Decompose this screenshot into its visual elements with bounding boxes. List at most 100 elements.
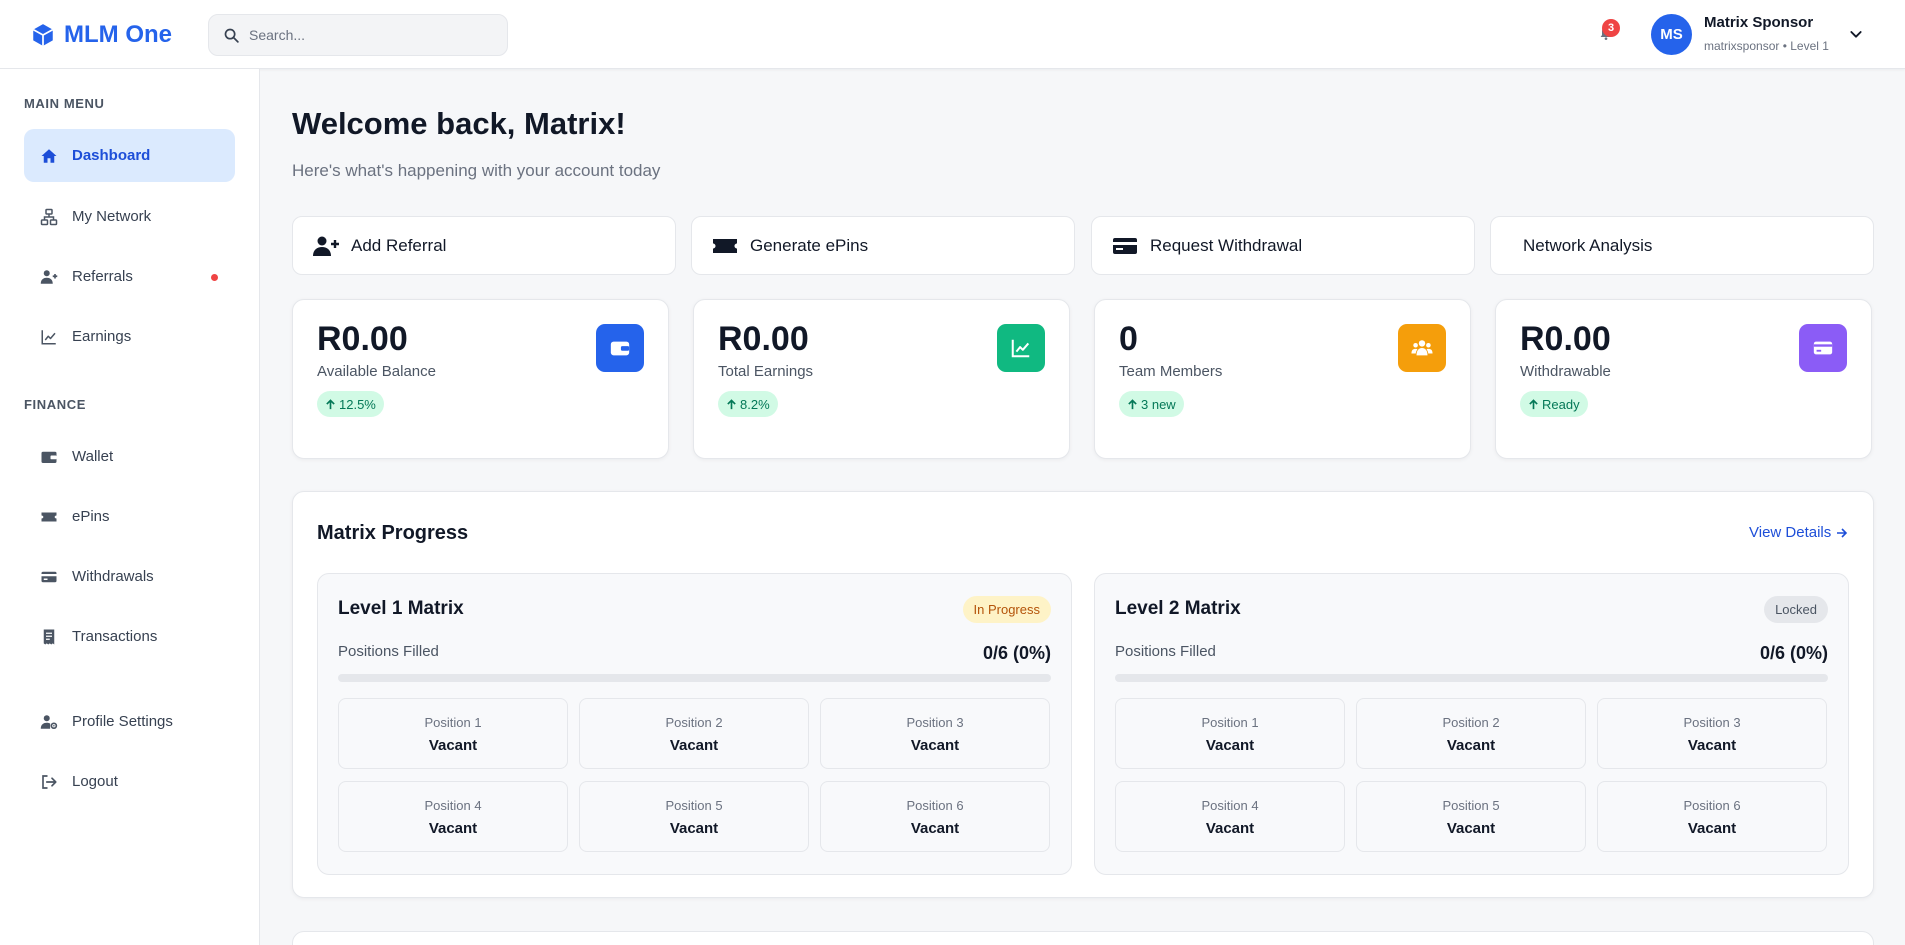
sidebar-item-label: Withdrawals [72, 568, 154, 585]
stat-value: R0.00 [1520, 320, 1611, 358]
stat-value: R0.00 [718, 320, 809, 358]
stat-trend-badge: 3 new [1119, 391, 1184, 417]
stat-trend-badge: Ready [1520, 391, 1588, 417]
position-name: Position 1 [1201, 715, 1259, 730]
quick-action-label: Add Referral [351, 235, 447, 255]
cube-icon [32, 24, 54, 46]
top-bar: MLM One 3 MS Matrix Sponsor matrixsponso… [0, 0, 1905, 69]
position-name: Position 2 [1442, 715, 1500, 730]
position-status: Vacant [1687, 820, 1737, 837]
arrow-up-icon [1529, 398, 1538, 409]
stat-trend-text: 12.5% [339, 396, 376, 412]
add-referral-button[interactable]: Add Referral [292, 216, 676, 275]
sidebar-heading-main: MAIN MENU [24, 96, 105, 111]
sidebar-item-profile-settings[interactable]: Profile Settings [24, 695, 235, 748]
quick-action-label: Generate ePins [750, 235, 869, 255]
sidebar-item-epins[interactable]: ePins [24, 490, 235, 543]
progress-bar [338, 674, 1051, 682]
position-name: Position 1 [424, 715, 482, 730]
position-status: Vacant [1446, 820, 1496, 837]
position-status: Vacant [910, 737, 960, 754]
user-plus-icon [40, 269, 58, 284]
stat-card-team-members: 0 Team Members 3 new [1094, 299, 1471, 459]
notification-count-badge: 3 [1602, 19, 1620, 37]
position-status: Vacant [669, 820, 719, 837]
positions-filled-label: Positions Filled [1115, 643, 1216, 660]
position-status: Vacant [669, 737, 719, 754]
page-subtitle: Here's what's happening with your accoun… [292, 161, 661, 180]
credit-card-icon [41, 571, 57, 582]
position-status: Vacant [1205, 820, 1255, 837]
sidebar-item-withdrawals[interactable]: Withdrawals [24, 550, 235, 603]
position-name: Position 3 [906, 715, 964, 730]
matrix-position[interactable]: Position 4 Vacant [1115, 781, 1345, 852]
stat-label: Available Balance [317, 363, 436, 380]
level-1-matrix-panel: Level 1 Matrix In Progress Positions Fil… [317, 573, 1072, 875]
receipt-icon [43, 629, 55, 644]
position-name: Position 4 [424, 798, 482, 813]
position-name: Position 5 [1442, 798, 1500, 813]
search-input[interactable] [249, 27, 489, 43]
matrix-position[interactable]: Position 6 Vacant [1597, 781, 1827, 852]
brand-name: MLM One [64, 21, 172, 48]
matrix-position[interactable]: Position 1 Vacant [338, 698, 568, 769]
network-analysis-button[interactable]: Network Analysis [1490, 216, 1874, 275]
stat-value: 0 [1119, 320, 1138, 358]
view-details-label: View Details [1749, 524, 1832, 541]
sidebar-item-transactions[interactable]: Transactions [24, 610, 235, 663]
position-status: Vacant [910, 820, 960, 837]
brand-logo[interactable]: MLM One [30, 19, 172, 51]
matrix-position[interactable]: Position 6 Vacant [820, 781, 1050, 852]
level-2-matrix-panel: Level 2 Matrix Locked Positions Filled 0… [1094, 573, 1849, 875]
credit-card-icon [1813, 341, 1833, 355]
stat-label: Team Members [1119, 363, 1223, 380]
request-withdrawal-button[interactable]: Request Withdrawal [1091, 216, 1475, 275]
status-badge: In Progress [962, 596, 1051, 623]
home-icon [41, 148, 57, 163]
arrow-right-icon [1837, 527, 1848, 538]
matrix-position[interactable]: Position 4 Vacant [338, 781, 568, 852]
position-status: Vacant [428, 737, 478, 754]
stat-trend-text: 3 new [1141, 396, 1176, 412]
matrix-position[interactable]: Position 3 Vacant [1597, 698, 1827, 769]
matrix-position[interactable]: Position 2 Vacant [579, 698, 809, 769]
stat-trend-text: 8.2% [740, 396, 770, 412]
matrix-progress-card: Matrix Progress View Details Level 1 Mat… [292, 491, 1874, 898]
avatar[interactable]: MS [1651, 14, 1692, 55]
wallet-icon [41, 451, 57, 463]
quick-action-label: Request Withdrawal [1150, 235, 1303, 255]
arrow-up-icon [326, 398, 335, 409]
next-section-card [292, 931, 1874, 945]
sidebar-item-my-network[interactable]: My Network [24, 190, 235, 243]
section-title: Matrix Progress [317, 522, 469, 544]
matrix-position[interactable]: Position 5 Vacant [579, 781, 809, 852]
arrow-up-icon [727, 398, 736, 409]
sidebar-item-logout[interactable]: Logout [24, 755, 235, 808]
sidebar-heading-finance: FINANCE [24, 397, 86, 412]
position-name: Position 5 [665, 798, 723, 813]
matrix-position[interactable]: Position 5 Vacant [1356, 781, 1586, 852]
referrals-notification-dot [211, 274, 218, 281]
chevron-down-icon[interactable] [1848, 26, 1864, 42]
sidebar-item-wallet[interactable]: Wallet [24, 430, 235, 483]
stat-icon-badge [1799, 324, 1847, 372]
sidebar-item-referrals[interactable]: Referrals [24, 250, 235, 303]
matrix-position[interactable]: Position 1 Vacant [1115, 698, 1345, 769]
position-status: Vacant [1687, 737, 1737, 754]
position-name: Position 4 [1201, 798, 1259, 813]
positions-filled-label: Positions Filled [338, 643, 439, 660]
position-status: Vacant [1446, 737, 1496, 754]
stat-card-total-earnings: R0.00 Total Earnings 8.2% [693, 299, 1070, 459]
search-box[interactable] [208, 14, 508, 56]
stat-value: R0.00 [317, 320, 408, 358]
view-details-link[interactable]: View Details [1749, 524, 1848, 541]
sidebar-item-label: Wallet [72, 448, 114, 465]
positions-filled-value: 0/6 (0%) [1759, 643, 1828, 663]
matrix-position[interactable]: Position 2 Vacant [1356, 698, 1586, 769]
position-name: Position 2 [665, 715, 723, 730]
sidebar-item-dashboard[interactable]: Dashboard [24, 129, 235, 182]
chart-line-icon [1011, 339, 1030, 358]
matrix-position[interactable]: Position 3 Vacant [820, 698, 1050, 769]
generate-epins-button[interactable]: Generate ePins [691, 216, 1075, 275]
sidebar-item-earnings[interactable]: Earnings [24, 310, 235, 363]
